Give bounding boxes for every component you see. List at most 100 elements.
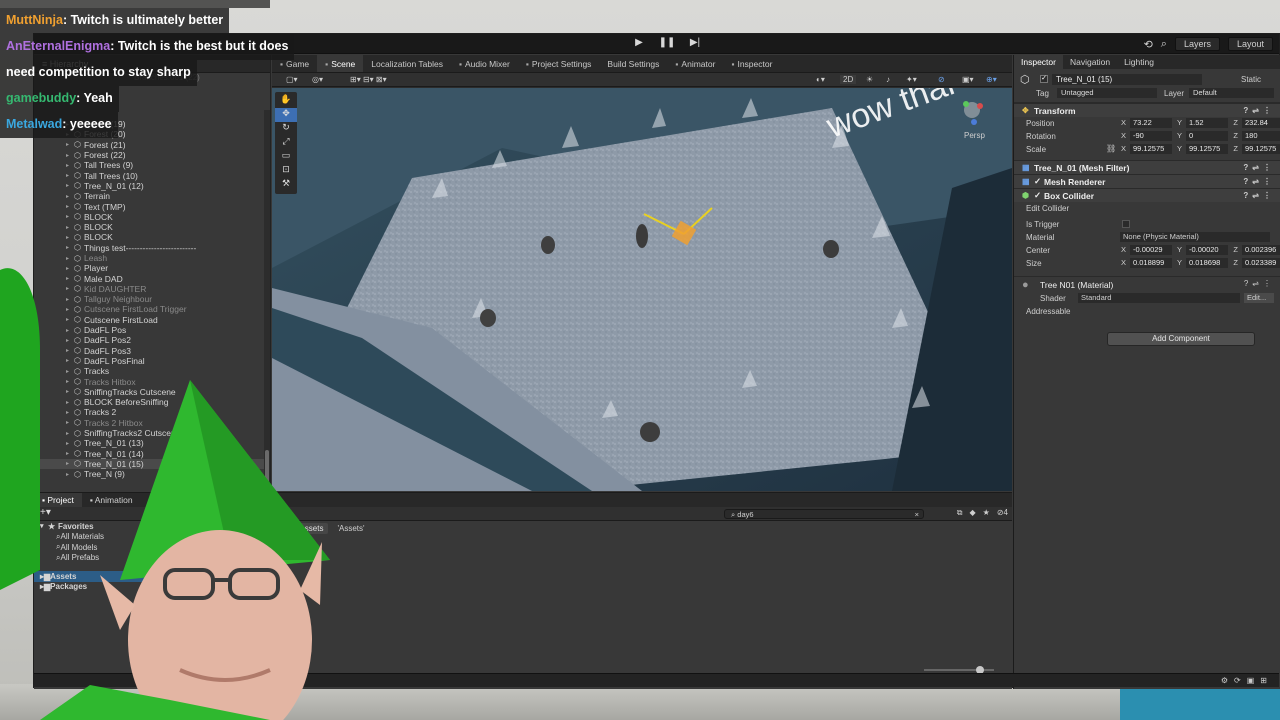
chat-username[interactable]: Metalwad <box>6 117 62 131</box>
history-icon[interactable]: ⟲ <box>1144 38 1153 51</box>
tag-dropdown[interactable]: Untagged <box>1057 88 1157 98</box>
box-collider-header[interactable]: ⬢ ✓ Box Collider ?⇌⋮ <box>1014 188 1280 202</box>
vector-x-field[interactable]: 0.018899 <box>1130 258 1172 268</box>
vector-z-field[interactable]: 0.002396 <box>1242 245 1280 255</box>
expand-arrow-icon[interactable]: ▸ <box>66 378 74 385</box>
expand-arrow-icon[interactable]: ▸ <box>66 357 74 364</box>
hierarchy-item[interactable]: ▸ ⬡ Forest (21) <box>34 140 270 150</box>
mesh-filter-header[interactable]: ▦ Tree_N_01 (Mesh Filter) ?⇌⋮ <box>1014 160 1280 174</box>
vector-y-field[interactable]: 1.52 <box>1186 118 1228 128</box>
expand-arrow-icon[interactable]: ▸ <box>66 234 74 241</box>
hierarchy-item[interactable]: ▸ ⬡ BLOCK BeforeSniffing <box>34 397 270 407</box>
expand-arrow-icon[interactable]: ▸ <box>66 285 74 292</box>
scale-tool-icon[interactable]: ⤢ <box>275 136 297 150</box>
vector-y-field[interactable]: -0.00020 <box>1186 245 1228 255</box>
hierarchy-item[interactable]: ▸ ⬡ Tracks <box>34 366 270 376</box>
filter-type-icon[interactable]: ⧉ <box>957 508 963 518</box>
effects-toggle-icon[interactable]: ✦▾ <box>906 75 917 84</box>
expand-arrow-icon[interactable]: ▸ <box>66 471 74 478</box>
expand-arrow-icon[interactable]: ▸ <box>66 409 74 416</box>
expand-arrow-icon[interactable]: ▸ <box>66 255 74 262</box>
hierarchy-item[interactable]: ▸ ⬡ Tree_N_01 (13) <box>34 438 270 448</box>
component-menu-icon[interactable]: ?⇌⋮ <box>1243 191 1275 200</box>
hierarchy-item[interactable]: ▸ ⬡ Tree_N (9) <box>34 469 270 479</box>
edit-shader-button[interactable]: Edit... <box>1244 293 1274 303</box>
favorite-item[interactable]: ⌕ All Models <box>34 542 263 553</box>
tab-animator[interactable]: ▪ Animator <box>667 55 723 72</box>
transform-tool-icon[interactable]: ⊡ <box>275 164 297 178</box>
add-component-button[interactable]: Add Component <box>1107 332 1255 346</box>
hierarchy-item[interactable]: ▸ ⬡ Leash <box>34 253 270 263</box>
vector-y-field[interactable]: 99.12575 <box>1186 144 1228 154</box>
project-search-input[interactable]: ⌕ day6 × <box>724 509 924 519</box>
expand-arrow-icon[interactable]: ▸ <box>66 419 74 426</box>
hierarchy-item[interactable]: ▸ ⬡ Tracks Hitbox <box>34 376 270 387</box>
project-root-packages[interactable]: ▸ ▆ Packages <box>34 582 263 593</box>
lighting-toggle-icon[interactable]: ☀ <box>866 75 873 84</box>
hierarchy-item[interactable]: ▸ ⬡ BLOCK <box>34 212 270 222</box>
expand-arrow-icon[interactable]: ▸ <box>66 327 74 334</box>
hierarchy-item[interactable]: ▸ ⬡ DadFL Pos3 <box>34 346 270 356</box>
enabled-checkbox[interactable]: ✓ <box>1034 190 1044 201</box>
physic-material-field[interactable]: None (Physic Material) <box>1120 232 1270 242</box>
tab-inspector[interactable]: ▪ Inspector <box>723 55 780 72</box>
vector-x-field[interactable]: 99.12575 <box>1130 144 1172 154</box>
tab-animation[interactable]: ▪ Animation <box>82 493 141 507</box>
component-menu-icon[interactable]: ?⇌⋮ <box>1243 163 1275 172</box>
expand-arrow-icon[interactable]: ▸ <box>66 337 74 344</box>
hierarchy-item[interactable]: ▸ ⬡ Tree_N_01 (15) <box>34 458 270 470</box>
favorites-row[interactable]: ▾ ★ Favorites <box>34 521 263 532</box>
hierarchy-item[interactable]: ▸ ⬡ Things test------------------------- <box>34 243 270 253</box>
mesh-renderer-header[interactable]: ▦ ✓ Mesh Renderer ?⇌⋮ <box>1014 174 1280 188</box>
expand-arrow-icon[interactable]: ▸ <box>66 399 74 406</box>
expand-arrow-icon[interactable]: ▸ <box>66 440 74 447</box>
gizmos-icon[interactable]: ⊕▾ <box>986 75 997 84</box>
tab-navigation[interactable]: Navigation <box>1063 55 1117 69</box>
expand-arrow-icon[interactable]: ▸ <box>66 152 74 159</box>
project-root-assets[interactable]: ▸ ▆ Assets <box>34 571 263 582</box>
play-icon[interactable]: ▶ <box>630 37 648 48</box>
status-icons[interactable]: ⚙⟳▣⊞ <box>1221 676 1273 685</box>
hierarchy-item[interactable]: ▸ ⬡ SniffingTracks Cutscene <box>34 387 270 397</box>
chat-username[interactable]: MuttNinja <box>6 13 63 27</box>
expand-arrow-icon[interactable]: ▸ <box>66 430 74 437</box>
hierarchy-item[interactable]: ▸ ⬡ Tall Trees (9) <box>34 160 270 170</box>
link-icon[interactable]: ⛓ <box>1106 144 1116 153</box>
addressable-label[interactable]: Addressable <box>1026 307 1070 316</box>
edit-collider-row[interactable]: Edit Collider <box>1014 202 1280 218</box>
clear-search-icon[interactable]: × <box>915 510 919 519</box>
expand-arrow-icon[interactable]: ▸ <box>66 460 74 467</box>
is-trigger-checkbox[interactable] <box>1122 220 1130 228</box>
hierarchy-item[interactable]: ▸ ⬡ DadFL Pos2 <box>34 335 270 345</box>
component-menu-icon[interactable]: ?⇌⋮ <box>1243 177 1275 186</box>
expand-arrow-icon[interactable]: ▸ <box>66 306 74 313</box>
expand-arrow-icon[interactable]: ▸ <box>66 388 74 395</box>
scene-viewport[interactable]: wow thar Persp ✋ ✥ ↻ ⤢ ▭ ⊡ ⚒ <box>272 88 1012 491</box>
hierarchy-item[interactable]: ▸ ⬡ BLOCK <box>34 232 270 242</box>
search-icon[interactable]: ⌕ <box>1161 38 1167 51</box>
expand-arrow-icon[interactable]: ▸ <box>66 203 74 210</box>
object-name-field[interactable]: Tree_N_01 (15) <box>1052 74 1202 85</box>
vector-y-field[interactable]: 0 <box>1186 131 1228 141</box>
vector-y-field[interactable]: 0.018698 <box>1186 258 1228 268</box>
audio-toggle-icon[interactable]: ♪ <box>886 75 890 84</box>
camera-icon[interactable]: ▣▾ <box>962 75 974 84</box>
hierarchy-item[interactable]: ▸ ⬡ Tall Trees (10) <box>34 170 270 181</box>
material-header[interactable]: ● Tree N01 (Material) ?⇌⋮ <box>1014 276 1280 292</box>
hierarchy-item[interactable]: ▸ ⬡ Text (TMP) <box>34 201 270 212</box>
tab-project-settings[interactable]: ▪ Project Settings <box>518 55 600 72</box>
hierarchy-item[interactable]: ▸ ⬡ Forest (22) <box>34 150 270 160</box>
rect-tool-icon[interactable]: ▭ <box>275 150 297 164</box>
hierarchy-item[interactable]: ▸ ⬡ Male DAD <box>34 273 270 284</box>
vector-z-field[interactable]: 99.12575 <box>1242 144 1280 154</box>
tab-build-settings[interactable]: Build Settings <box>599 55 667 72</box>
hidden-objects-icon[interactable]: ⊘ <box>938 75 945 84</box>
static-toggle[interactable]: Static <box>1241 75 1261 84</box>
expand-arrow-icon[interactable]: ▸ <box>66 172 74 179</box>
breadcrumb-item[interactable]: In Assets <box>286 523 329 534</box>
layers-dropdown[interactable]: Layers <box>1174 37 1220 51</box>
expand-arrow-icon[interactable]: ▸ <box>66 141 74 148</box>
tab-inspector[interactable]: Inspector <box>1014 55 1063 69</box>
vector-z-field[interactable]: 232.84 <box>1242 118 1280 128</box>
expand-arrow-icon[interactable]: ▸ <box>66 296 74 303</box>
